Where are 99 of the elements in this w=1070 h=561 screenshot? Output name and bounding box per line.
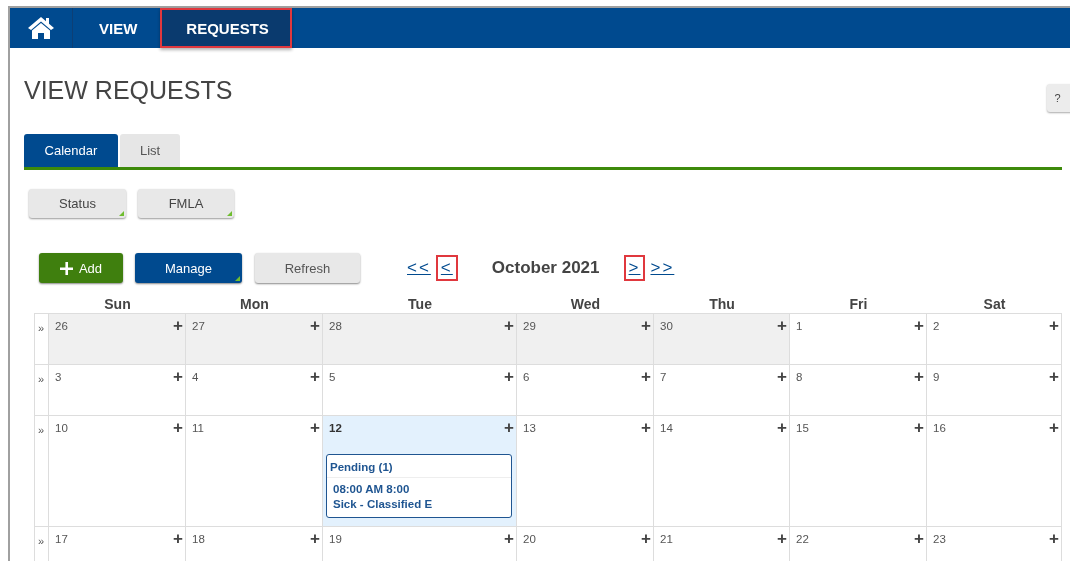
weekday-header: Sat [982, 296, 1007, 314]
add-request-button[interactable]: + [641, 320, 651, 332]
add-request-button[interactable]: + [310, 320, 320, 332]
day-number: 18 [192, 533, 205, 545]
day-number: 29 [523, 320, 536, 332]
weekday-header: Sun [103, 296, 132, 314]
add-request-button[interactable]: + [914, 422, 924, 434]
add-request-button[interactable]: + [504, 533, 514, 545]
expand-week-toggle[interactable]: » [38, 424, 45, 436]
add-request-button[interactable]: + [504, 422, 514, 434]
expand-week-toggle[interactable]: » [38, 373, 45, 385]
expand-week-toggle[interactable]: » [38, 322, 45, 334]
day-number: 26 [55, 320, 68, 332]
month-nav-link[interactable]: << [404, 257, 434, 279]
day-number: 4 [192, 371, 199, 383]
day-cell[interactable]: 10 + [48, 415, 186, 527]
add-request-button[interactable]: + [641, 533, 651, 545]
day-cell[interactable]: 27 + [185, 313, 323, 365]
month-nav-link[interactable]: < [437, 257, 456, 279]
day-number: 11 [192, 422, 204, 434]
add-request-button[interactable]: + [914, 533, 924, 545]
day-cell[interactable]: 17 + [48, 526, 186, 561]
weekday-header: Tue [407, 296, 433, 314]
day-number: 19 [329, 533, 342, 545]
day-number: 3 [55, 371, 62, 383]
day-cell[interactable]: 3 + [48, 364, 186, 416]
day-number: 10 [55, 422, 68, 434]
day-number: 21 [660, 533, 673, 545]
day-number: 13 [523, 422, 536, 434]
add-request-button[interactable]: + [310, 533, 320, 545]
month-nav-link[interactable]: > [625, 257, 644, 279]
add-request-button[interactable]: + [1049, 371, 1059, 383]
add-request-button[interactable]: + [504, 320, 514, 332]
day-number: 14 [660, 422, 673, 434]
weekday-header: Mon [239, 296, 270, 314]
day-number: 6 [523, 371, 530, 383]
page-title: VIEW REQUESTS [24, 75, 233, 106]
add-button[interactable]: Add [39, 253, 123, 283]
request-time: 08:00 AM 8:00 [333, 482, 411, 497]
home-icon[interactable] [27, 16, 55, 40]
add-request-button[interactable]: + [1049, 533, 1059, 545]
expand-week-toggle[interactable]: » [38, 535, 45, 547]
day-number: 2 [933, 320, 940, 332]
day-number: 28 [329, 320, 342, 332]
add-request-button[interactable]: + [173, 371, 183, 383]
add-request-button[interactable]: + [504, 371, 514, 383]
add-request-button[interactable]: + [641, 371, 651, 383]
weekday-header: Thu [708, 296, 736, 314]
add-request-button[interactable]: + [173, 422, 183, 434]
add-request-button[interactable]: + [777, 533, 787, 545]
section-tab[interactable]: List [120, 134, 181, 167]
plus-icon [59, 261, 73, 275]
nav-tab[interactable]: VIEW [73, 8, 161, 48]
day-number: 16 [933, 422, 946, 434]
request-card[interactable]: Pending (1) 08:00 AM 8:00 Sick - Classified E [326, 454, 512, 518]
day-number: 23 [933, 533, 946, 545]
day-number: 9 [933, 371, 940, 383]
day-number: 30 [660, 320, 673, 332]
month-title: October 2021 [491, 258, 600, 278]
day-cell[interactable]: 26 + [48, 313, 186, 365]
day-cell[interactable]: 30 + [653, 313, 790, 365]
add-request-button[interactable]: + [914, 371, 924, 383]
day-number: 22 [796, 533, 809, 545]
day-number: 1 [796, 320, 803, 332]
month-nav-link[interactable]: >> [647, 257, 678, 279]
request-status: Pending (1) [327, 455, 511, 478]
add-request-button[interactable]: + [777, 422, 787, 434]
day-cell[interactable]: 12 + Pending (1) 08:00 AM 8:00 Sick - Classified E [322, 415, 517, 527]
request-type: Sick - Classified E [333, 497, 434, 512]
day-number: 15 [796, 422, 809, 434]
weekday-header: Fri [848, 296, 869, 314]
add-request-button[interactable]: + [641, 422, 651, 434]
add-request-button[interactable]: + [914, 320, 924, 332]
add-request-button[interactable]: + [173, 533, 183, 545]
filter-dropdown[interactable]: FMLA [138, 189, 234, 218]
add-request-button[interactable]: + [173, 320, 183, 332]
help-button[interactable]: ? [1047, 84, 1070, 112]
add-request-button[interactable]: + [310, 422, 320, 434]
add-request-button[interactable]: + [310, 371, 320, 383]
day-cell[interactable]: 28 + [322, 313, 517, 365]
day-number: 12 [329, 422, 342, 434]
day-cell[interactable]: 2 + [926, 313, 1062, 365]
day-number: 20 [523, 533, 536, 545]
day-cell[interactable]: 29 + [516, 313, 654, 365]
add-request-button[interactable]: + [777, 320, 787, 332]
day-number: 7 [660, 371, 667, 383]
day-number: 27 [192, 320, 205, 332]
section-tab[interactable]: Calendar [24, 134, 118, 167]
weekday-header: Wed [569, 296, 602, 314]
add-request-button[interactable]: + [1049, 422, 1059, 434]
nav-tab[interactable]: REQUESTS [160, 8, 292, 48]
manage-dropdown[interactable]: Manage [135, 253, 242, 283]
add-request-button[interactable]: + [1049, 320, 1059, 332]
day-number: 8 [796, 371, 803, 383]
refresh-button[interactable]: Refresh [255, 253, 360, 283]
day-number: 5 [329, 371, 336, 383]
add-request-button[interactable]: + [777, 371, 787, 383]
day-number: 17 [55, 533, 68, 545]
filter-dropdown[interactable]: Status [29, 189, 126, 218]
